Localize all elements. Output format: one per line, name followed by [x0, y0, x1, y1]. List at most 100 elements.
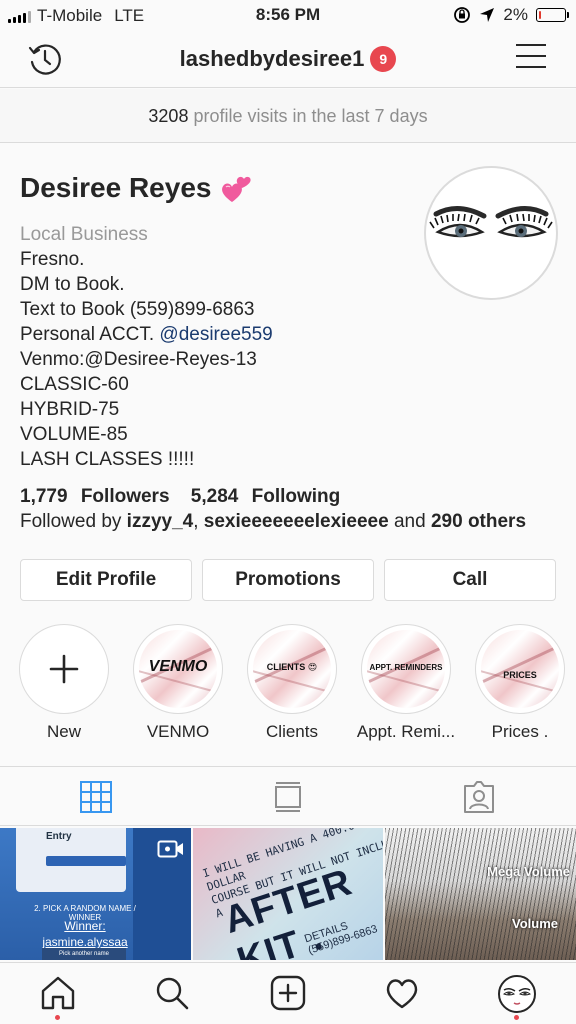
feed-icon	[275, 782, 301, 812]
nav-profile[interactable]	[498, 975, 536, 1013]
home-icon	[41, 976, 75, 1010]
highlight-label: VENMO	[146, 722, 210, 741]
bio-line: Personal ACCT.	[20, 324, 155, 345]
followed-by-others: 290 others	[430, 511, 527, 532]
followed-by[interactable]: Followed by izzyy_4, sexieeeeeeelexieeee…	[20, 511, 526, 533]
highlight-new[interactable]: New	[14, 624, 114, 742]
visits-count: 3208	[148, 106, 189, 126]
followers-label: Followers	[80, 486, 170, 507]
post-pick-button: Pick another name	[42, 948, 126, 960]
bio-line: HYBRID-75	[20, 399, 120, 420]
post-label: Mega Volume	[487, 864, 571, 879]
nav-activity[interactable]	[382, 973, 422, 1013]
nav-header: lashedbydesiree1 9	[0, 32, 576, 88]
profile-visits-banner[interactable]: 3208 profile visits in the last 7 days	[0, 89, 576, 143]
visits-text: profile visits in the last 7 days	[193, 106, 428, 126]
nav-search[interactable]	[152, 973, 192, 1013]
profile-avatar[interactable]	[424, 166, 558, 300]
eyes-logo-icon	[429, 206, 553, 238]
highlight-label: Prices .	[491, 722, 549, 741]
post-thumbnail[interactable]: I WILL BE HAVING A 400.00 DOLLAR COURSE …	[192, 828, 384, 960]
bio-line: DM to Book.	[20, 274, 125, 295]
highlight-cover-text: APPT. REMINDERS	[369, 663, 443, 672]
search-icon	[156, 977, 189, 1010]
followers-link[interactable]: 1,779 Followers	[20, 486, 178, 507]
location-icon	[480, 8, 495, 22]
username-header[interactable]: lashedbydesiree1 9	[0, 46, 576, 72]
battery-percent: 2%	[503, 5, 528, 24]
mention-link[interactable]: @desiree559	[159, 324, 272, 345]
posts-grid: Claim Your Entry 2. PICK A RANDOM NAME /…	[0, 828, 576, 960]
followed-by-prefix: Followed by	[20, 511, 122, 532]
highlight-clients[interactable]: CLIENTS 😍 Clients	[242, 624, 342, 742]
highlight-cover-text: PRICES	[503, 670, 537, 680]
highlight-venmo[interactable]: VENMO VENMO	[128, 624, 228, 742]
tab-tagged[interactable]	[461, 779, 497, 815]
followers-count: 1,779	[20, 486, 68, 507]
profile-name: Desiree Reyes	[20, 172, 212, 203]
promotions-button[interactable]: Promotions	[202, 559, 374, 601]
edit-profile-button[interactable]: Edit Profile	[20, 559, 192, 601]
highlight-cover: PRICES	[475, 624, 565, 714]
tab-feed[interactable]	[270, 779, 306, 815]
following-count: 5,284	[190, 486, 239, 507]
bio-line: LASH CLASSES !!!!!	[20, 449, 195, 470]
tagged-icon	[464, 781, 494, 813]
rotation-lock-icon	[454, 7, 471, 23]
battery-icon	[536, 8, 569, 22]
menu-button[interactable]	[516, 44, 548, 72]
post-thumbnail[interactable]: Claim Your Entry 2. PICK A RANDOM NAME /…	[0, 828, 191, 960]
igtv-icon	[157, 840, 183, 858]
following-label: Following	[251, 486, 341, 507]
plus-icon	[49, 654, 79, 684]
following-link[interactable]: 5,284 Following	[191, 486, 348, 507]
status-right: 2%	[453, 5, 569, 25]
followed-by-user: izzyy_4	[126, 511, 194, 532]
hamburger-icon-line	[516, 44, 546, 46]
bio-line: Text to Book (559)899-6863	[20, 299, 255, 320]
profile-actions: Edit Profile Promotions Call	[20, 559, 556, 601]
highlight-label: Appt. Remi...	[356, 722, 456, 741]
call-button[interactable]: Call	[384, 559, 556, 601]
followed-by-and: and	[393, 511, 426, 532]
highlight-prices[interactable]: PRICES Prices .	[470, 624, 570, 742]
nav-new-post[interactable]	[268, 973, 308, 1013]
followed-by-separator: ,	[193, 511, 199, 532]
bio-line: VOLUME-85	[20, 424, 128, 445]
bio-line: Fresno.	[20, 249, 85, 270]
profile-category: Local Business	[20, 224, 148, 245]
bio: Local Business Fresno. DM to Book. Text …	[20, 222, 273, 472]
bio-line: Venmo:@Desiree-Reyes-13	[20, 349, 257, 370]
profile-avatar-icon	[503, 987, 531, 1005]
username: lashedbydesiree1	[179, 46, 365, 71]
highlight-cover: APPT. REMINDERS	[361, 624, 451, 714]
highlight-cover-text: CLIENTS 😍	[266, 662, 318, 672]
hamburger-icon-line	[516, 55, 546, 57]
hamburger-icon-line	[516, 66, 546, 68]
battery-fill	[539, 11, 541, 19]
lash-texture	[385, 828, 576, 960]
bottom-nav	[0, 962, 576, 1024]
followed-by-user: sexieeeeeeelexieeee	[203, 511, 389, 532]
marble-cover: CLIENTS 😍	[253, 630, 331, 708]
notification-badge: 9	[370, 46, 397, 72]
tab-grid[interactable]	[78, 779, 114, 815]
bio-line-personal: Personal ACCT. @desiree559	[20, 322, 273, 347]
heart-icon	[386, 979, 418, 1009]
story-highlights: New VENMO VENMO CLIENTS 😍 Clients APPT. …	[0, 624, 576, 744]
post-card-button	[46, 856, 126, 866]
marble-cover: PRICES	[481, 630, 559, 708]
marble-cover: VENMO	[139, 630, 217, 708]
highlight-cover: VENMO	[133, 624, 223, 714]
profile-activity-dot	[514, 1015, 519, 1020]
highlight-appt-reminders[interactable]: APPT. REMINDERS Appt. Remi...	[356, 624, 456, 742]
nav-home[interactable]	[38, 973, 78, 1013]
post-thumbnail[interactable]: Mega Volume Volume	[385, 828, 576, 960]
status-bar: T-Mobile LTE 8:56 PM 2%	[0, 0, 576, 32]
bio-line: CLASSIC-60	[20, 374, 129, 395]
post-winner: Winner: jasmine.alyssaa	[20, 918, 150, 950]
post-winner-label: Winner:	[64, 919, 106, 933]
follow-stats: 1,779 Followers 5,284 Following	[20, 486, 356, 508]
highlight-cover-text: VENMO	[148, 658, 208, 675]
highlight-label: Clients	[266, 722, 318, 741]
